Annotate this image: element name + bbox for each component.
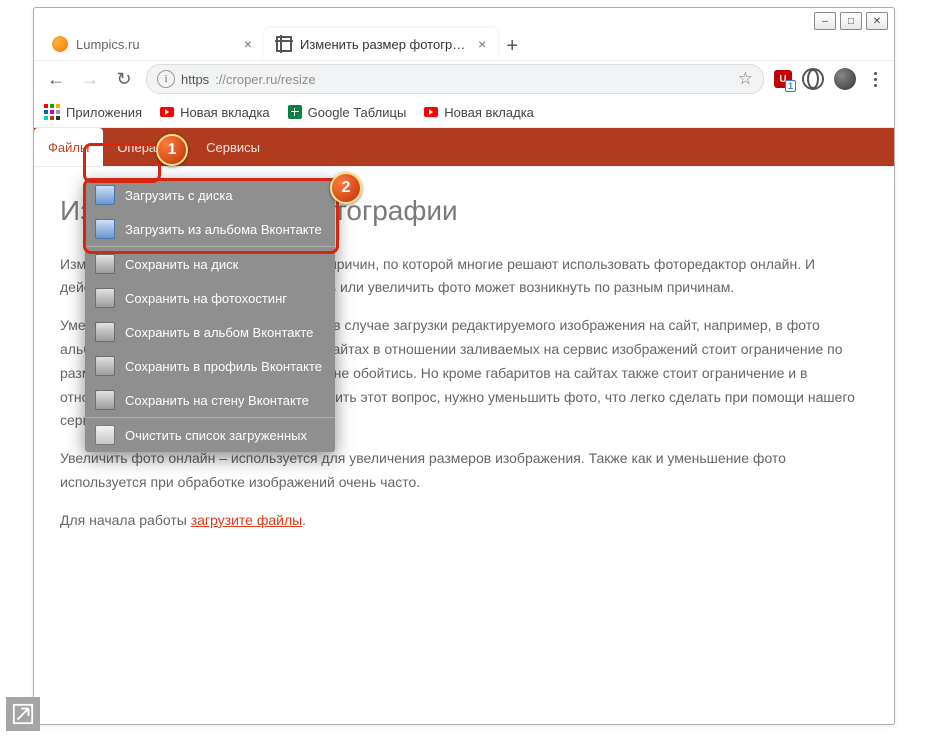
menuitem-label: Сохранить на стену Вконтакте <box>125 393 309 408</box>
disk-icon <box>95 322 115 342</box>
new-tab-button[interactable]: + <box>498 32 526 60</box>
menuitem-load-from-disk[interactable]: Загрузить с диска <box>85 178 335 212</box>
toolbar: ← → ↻ i https ://croper.ru/resize ☆ U1 <box>34 60 894 97</box>
bookmark-label: Новая вкладка <box>444 105 534 120</box>
site-info-icon[interactable]: i <box>157 70 175 88</box>
reload-button[interactable]: ↻ <box>112 67 136 91</box>
profile-avatar[interactable] <box>834 68 856 90</box>
address-bar[interactable]: i https ://croper.ru/resize ☆ <box>146 64 764 94</box>
youtube-icon <box>424 107 438 117</box>
disk-icon <box>95 288 115 308</box>
corner-arrow-icon <box>6 697 40 731</box>
upload-icon <box>95 185 115 205</box>
menuitem-label: Очистить список загруженных <box>125 428 307 443</box>
menuitem-save-hosting[interactable]: Сохранить на фотохостинг <box>85 281 335 315</box>
bookmark-label: Приложения <box>66 105 142 120</box>
clear-icon <box>95 425 115 445</box>
bookmark-item[interactable]: Google Таблицы <box>288 105 407 120</box>
upload-link[interactable]: загрузите файлы <box>191 512 302 528</box>
bookmark-item[interactable]: Новая вкладка <box>160 105 270 120</box>
url-scheme: https <box>181 72 209 87</box>
bookmark-item[interactable]: Новая вкладка <box>424 105 534 120</box>
files-dropdown: Загрузить с диска Загрузить из альбома В… <box>85 178 335 452</box>
favicon-icon <box>276 36 292 52</box>
menuitem-clear-uploaded[interactable]: Очистить список загруженных <box>85 418 335 452</box>
favicon-icon <box>52 36 68 52</box>
ublock-badge: 1 <box>785 80 796 92</box>
apps-button[interactable]: Приложения <box>44 104 142 120</box>
bookmarks-bar: Приложения Новая вкладка Google Таблицы … <box>34 97 894 128</box>
menuitem-load-from-vk[interactable]: Загрузить из альбома Вконтакте <box>85 212 335 246</box>
globe-icon[interactable] <box>802 68 824 90</box>
menuitem-save-disk[interactable]: Сохранить на диск <box>85 247 335 281</box>
forward-button[interactable]: → <box>78 67 102 91</box>
menuitem-save-vk-profile[interactable]: Сохранить в профиль Вконтакте <box>85 349 335 383</box>
menu-icon[interactable] <box>866 72 884 87</box>
upload-icon <box>95 219 115 239</box>
apps-icon <box>44 104 60 120</box>
tab-croper[interactable]: Изменить размер фотографии × <box>264 28 498 60</box>
menuitem-save-vk-album[interactable]: Сохранить в альбом Вконтакте <box>85 315 335 349</box>
sheets-icon <box>288 105 302 119</box>
menuitem-label: Сохранить на фотохостинг <box>125 291 287 306</box>
url-rest: ://croper.ru/resize <box>215 72 315 87</box>
annotation-badge-1: 1 <box>156 134 188 166</box>
ublock-icon[interactable]: U1 <box>774 70 792 88</box>
menu-files[interactable]: Файлы <box>34 128 103 166</box>
menuitem-label: Сохранить на диск <box>125 257 238 272</box>
cta-line: Для начала работы загрузите файлы. <box>60 509 868 533</box>
youtube-icon <box>160 107 174 117</box>
tab-title: Изменить размер фотографии <box>300 37 470 52</box>
bookmark-star-icon[interactable]: ☆ <box>738 69 753 89</box>
tab-close-icon[interactable]: × <box>478 36 486 52</box>
disk-icon <box>95 356 115 376</box>
tab-close-icon[interactable]: × <box>244 36 252 52</box>
menuitem-label: Сохранить в профиль Вконтакте <box>125 359 322 374</box>
menuitem-label: Загрузить с диска <box>125 188 233 203</box>
menuitem-save-vk-wall[interactable]: Сохранить на стену Вконтакте <box>85 383 335 417</box>
menuitem-label: Сохранить в альбом Вконтакте <box>125 325 313 340</box>
bookmark-label: Новая вкладка <box>180 105 270 120</box>
menu-services[interactable]: Сервисы <box>192 128 274 166</box>
cta-text: Для начала работы <box>60 512 191 528</box>
menuitem-label: Загрузить из альбома Вконтакте <box>125 222 322 237</box>
disk-icon <box>95 390 115 410</box>
bookmark-label: Google Таблицы <box>308 105 407 120</box>
disk-icon <box>95 254 115 274</box>
annotation-badge-2: 2 <box>330 172 362 204</box>
cta-text: . <box>302 512 306 528</box>
tab-title: Lumpics.ru <box>76 37 140 52</box>
back-button[interactable]: ← <box>44 67 68 91</box>
tab-lumpics[interactable]: Lumpics.ru × <box>40 28 264 60</box>
paragraph: Увеличить фото онлайн – используется для… <box>60 447 868 495</box>
tab-strip: Lumpics.ru × Изменить размер фотографии … <box>34 22 894 60</box>
